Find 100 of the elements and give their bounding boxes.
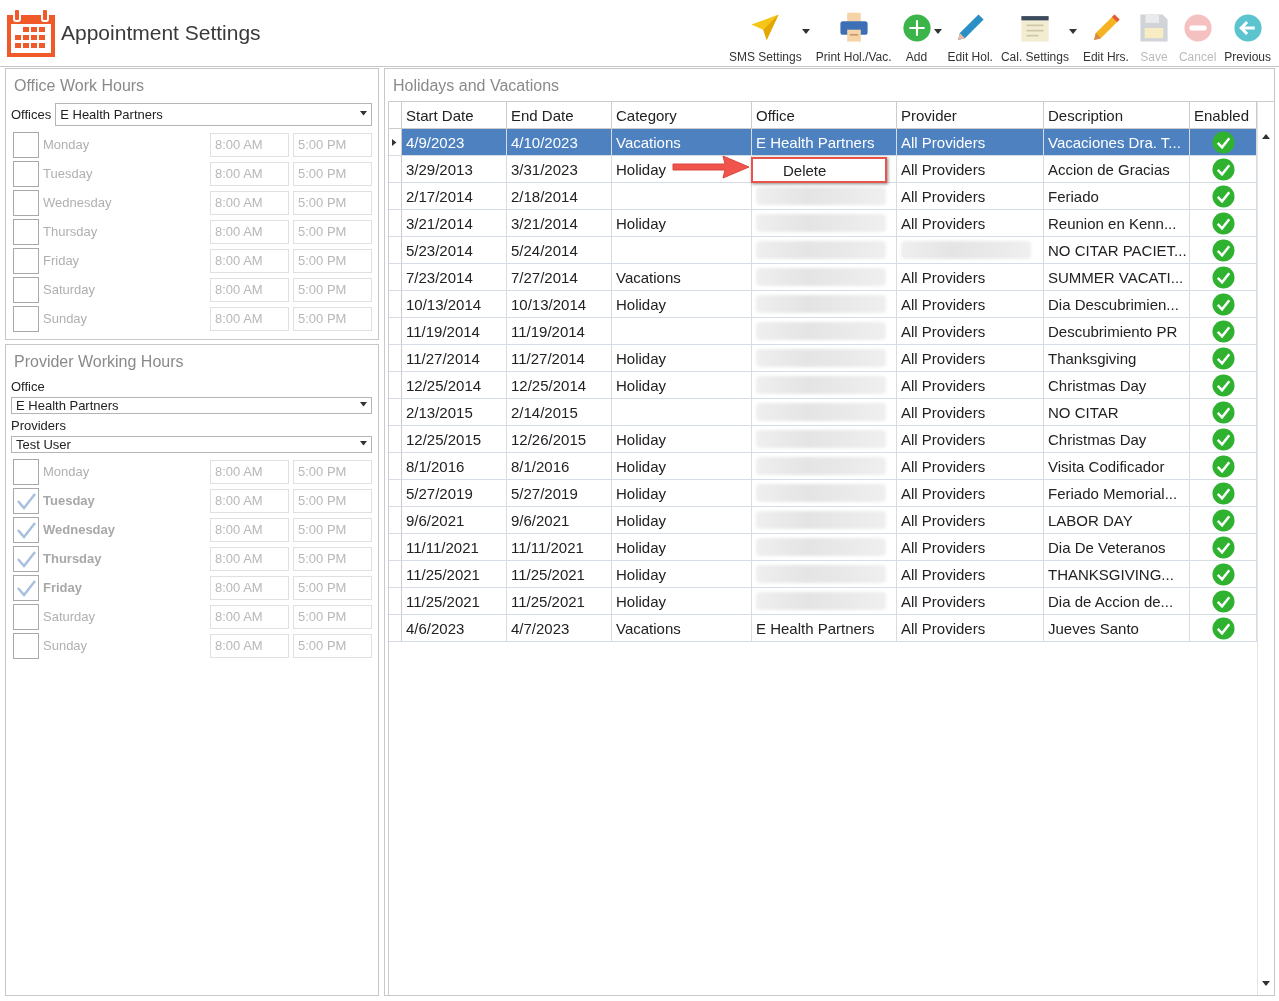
row-header-cell[interactable] — [389, 237, 402, 264]
table-cell: All Providers — [897, 183, 1044, 210]
table-cell: Thanksgiving — [1044, 345, 1190, 372]
caret-icon[interactable] — [360, 441, 367, 448]
day-label: Monday — [43, 464, 91, 479]
dropdown-field[interactable]: E Health Partners — [11, 397, 372, 414]
row-header-cell[interactable] — [389, 480, 402, 507]
row-header-cell[interactable] — [389, 561, 402, 588]
table-cell: All Providers — [897, 372, 1044, 399]
checkbox[interactable] — [13, 218, 39, 245]
calendar-icon — [6, 8, 56, 58]
table-cell: All Providers — [897, 210, 1044, 237]
table-cell: 2/13/2015 — [402, 399, 507, 426]
row-header-cell[interactable] — [389, 156, 402, 183]
table-cell: 5/27/2019 — [402, 480, 507, 507]
row-header-cell[interactable] — [389, 210, 402, 237]
row-header-cell[interactable] — [389, 345, 402, 372]
table-cell: NO CITAR — [1044, 399, 1190, 426]
checkbox[interactable] — [13, 276, 39, 303]
row-header-cell[interactable] — [389, 426, 402, 453]
table-cell: 3/21/2014 — [402, 210, 507, 237]
row-header-cell[interactable] — [389, 183, 402, 210]
table-cell: 11/11/2021 — [402, 534, 507, 561]
checkbox[interactable] — [13, 131, 39, 158]
scroll-up-icon[interactable] — [1262, 134, 1270, 142]
table-cell: All Providers — [897, 453, 1044, 480]
table-cell: 8/1/2016 — [402, 453, 507, 480]
table-cell: Dia De Veteranos — [1044, 534, 1190, 561]
table-cell: Holiday — [612, 426, 752, 453]
checkbox[interactable] — [13, 632, 39, 659]
checkbox[interactable] — [13, 487, 39, 514]
table-cell: All Providers — [897, 507, 1044, 534]
toolbar-button[interactable]: Edit Hol. — [943, 11, 997, 64]
context-menu-item[interactable]: Delete — [751, 157, 887, 183]
dropdown-field[interactable]: Test User — [11, 436, 372, 453]
table-cell: 11/27/2014 — [402, 345, 507, 372]
table-cell: All Providers — [897, 264, 1044, 291]
row-header-cell[interactable] — [389, 264, 402, 291]
row-header-cell[interactable] — [389, 615, 402, 642]
caret-icon[interactable] — [360, 402, 367, 409]
table-cell: All Providers — [897, 291, 1044, 318]
table-cell: Descubrimiento PR — [1044, 318, 1190, 345]
checkbox[interactable] — [13, 305, 39, 332]
table-cell: 11/25/2021 — [507, 588, 612, 615]
table-cell: 12/25/2014 — [402, 372, 507, 399]
table-cell: LABOR DAY — [1044, 507, 1190, 534]
row-header-cell[interactable] — [389, 399, 402, 426]
table-cell: 11/11/2021 — [507, 534, 612, 561]
table-cell: 8/1/2016 — [507, 453, 612, 480]
table-cell: All Providers — [897, 561, 1044, 588]
table-cell: 9/6/2021 — [402, 507, 507, 534]
table-cell: Holiday — [612, 480, 752, 507]
table-cell: Feriado — [1044, 183, 1190, 210]
dropdown-field[interactable]: E Health Partners — [55, 103, 372, 126]
table-cell: 5/24/2014 — [507, 237, 612, 264]
table-cell: 4/10/2023 — [507, 129, 612, 156]
checkbox[interactable] — [13, 603, 39, 630]
row-header-cell[interactable] — [389, 291, 402, 318]
table-cell: All Providers — [897, 426, 1044, 453]
table-cell: 10/13/2014 — [507, 291, 612, 318]
day-label: Friday — [43, 253, 81, 268]
toolbar-button[interactable]: Previous — [1220, 11, 1275, 64]
table-cell: 4/6/2023 — [402, 615, 507, 642]
toolbar-button[interactable]: Edit Hrs. — [1078, 11, 1133, 64]
checkbox[interactable] — [13, 545, 39, 572]
caret-icon[interactable] — [360, 111, 367, 118]
checkbox[interactable] — [13, 458, 39, 485]
toolbar-button[interactable]: Cal. Settings — [996, 11, 1073, 64]
row-header-cell[interactable] — [389, 534, 402, 561]
row-pointer-icon[interactable] — [391, 138, 399, 146]
field-label: Providers — [11, 418, 67, 433]
row-header-cell[interactable] — [389, 318, 402, 345]
day-label: Wednesday — [43, 195, 113, 210]
table-cell: 7/27/2014 — [507, 264, 612, 291]
field-label: Offices — [11, 107, 52, 122]
table-cell: 11/25/2021 — [507, 561, 612, 588]
checkbox[interactable] — [13, 247, 39, 274]
row-header-cell[interactable] — [389, 507, 402, 534]
table-cell: Vacations — [612, 615, 752, 642]
checkbox[interactable] — [13, 189, 39, 216]
table-cell: All Providers — [897, 318, 1044, 345]
checkbox[interactable] — [13, 574, 39, 601]
checkbox[interactable] — [13, 160, 39, 187]
checkbox[interactable] — [13, 516, 39, 543]
table-cell: SUMMER VACATI... — [1044, 264, 1190, 291]
toolbar-button[interactable]: Add — [895, 11, 938, 64]
field-label: Office — [11, 379, 46, 394]
row-header-cell[interactable] — [389, 372, 402, 399]
day-label: Tuesday — [43, 166, 94, 181]
table-cell: Holiday — [612, 588, 752, 615]
toolbar-button[interactable]: Print Hol./Vac. — [811, 11, 896, 64]
group-title: Office Work Hours — [13, 76, 146, 96]
toolbar-button[interactable]: SMS Settings — [725, 11, 806, 64]
table-cell: 10/13/2014 — [402, 291, 507, 318]
table-cell: Reunion en Kenn... — [1044, 210, 1190, 237]
table-cell: 11/25/2021 — [402, 561, 507, 588]
table-cell: All Providers — [897, 615, 1044, 642]
table-cell: 7/23/2014 — [402, 264, 507, 291]
row-header-cell[interactable] — [389, 453, 402, 480]
row-header-cell[interactable] — [389, 588, 402, 615]
